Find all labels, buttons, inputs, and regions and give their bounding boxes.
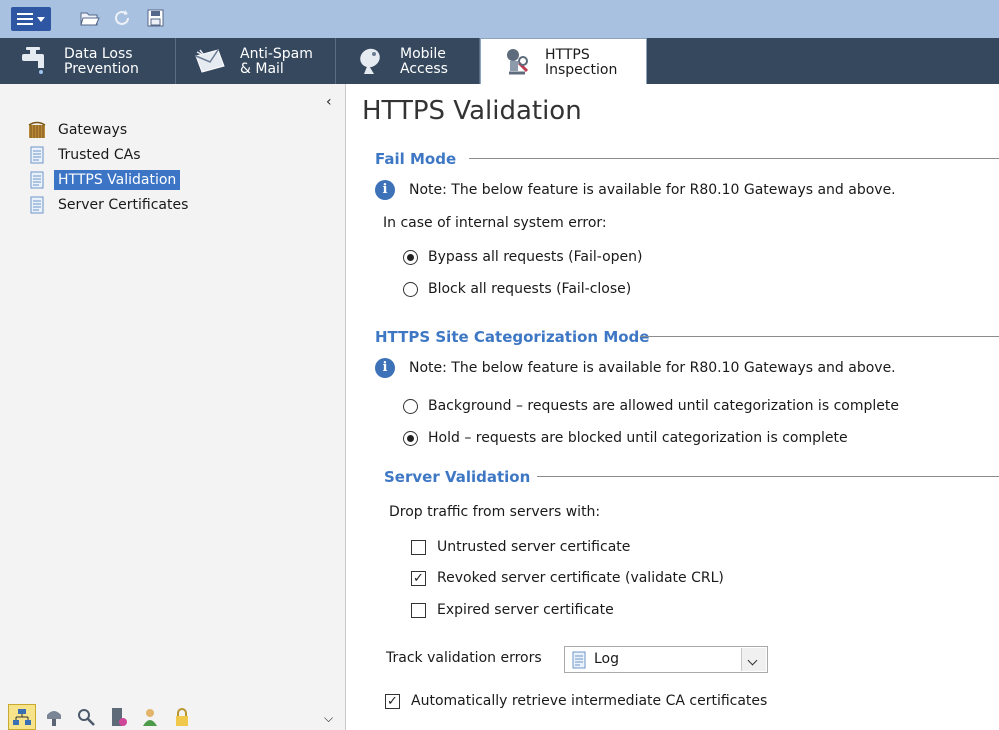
server-icon <box>112 708 127 726</box>
checkbox[interactable] <box>411 602 426 618</box>
chevron-down-icon <box>37 17 45 22</box>
network-objects-button[interactable] <box>8 704 36 730</box>
search-icon <box>78 709 95 726</box>
tab-label: Data Loss Prevention <box>64 46 139 77</box>
gateway-icon <box>28 121 46 138</box>
menu-icon <box>17 13 33 25</box>
navigation-panel: ‹ Gateways Trusted CAs HTTPS Validation <box>0 84 346 730</box>
track-validation-select[interactable]: Log <box>564 646 768 673</box>
tree-item-server-certificates[interactable]: Server Certificates <box>28 192 192 217</box>
radio-label: Hold – requests are blocked until catego… <box>428 430 848 446</box>
select-value: Log <box>594 651 620 667</box>
tree-item-https-validation[interactable]: HTTPS Validation <box>28 167 192 192</box>
radio-background[interactable]: Background – requests are allowed until … <box>403 398 899 414</box>
collapse-panel-icon[interactable]: ‹ <box>326 94 332 110</box>
checkbox-label: Automatically retrieve intermediate CA c… <box>411 693 768 709</box>
radio-button[interactable] <box>403 281 418 297</box>
servers-button[interactable] <box>104 704 132 730</box>
radio-label: Bypass all requests (Fail-open) <box>428 249 643 265</box>
section-divider <box>469 158 999 159</box>
chevron-down-icon[interactable] <box>741 648 766 671</box>
object-tools <box>8 704 200 730</box>
tab-https-inspection[interactable]: HTTPS Inspection <box>480 38 647 84</box>
tab-data-loss-prevention[interactable]: Data Loss Prevention <box>0 38 176 84</box>
check-untrusted-certificate[interactable]: Untrusted server certificate <box>411 539 630 555</box>
fail-mode-prompt: In case of internal system error: <box>383 215 607 231</box>
radio-button[interactable] <box>403 398 418 414</box>
checkbox[interactable]: ✓ <box>385 693 400 709</box>
title-toolbar <box>0 0 999 38</box>
checkbox[interactable]: ✓ <box>411 570 426 586</box>
note-text: Note: The below feature is available for… <box>409 360 896 376</box>
user-icon <box>143 709 157 726</box>
network-icon <box>13 709 31 725</box>
server-validation-heading: Server Validation <box>384 468 531 486</box>
tab-mobile-access[interactable]: Mobile Access <box>336 38 480 84</box>
categorization-note: i Note: The below feature is available f… <box>375 358 896 378</box>
refresh-icon[interactable] <box>113 9 133 27</box>
section-divider <box>537 476 999 477</box>
fail-mode-note: i Note: The below feature is available f… <box>375 180 896 200</box>
checkbox-label: Expired server certificate <box>437 602 614 618</box>
users-button[interactable] <box>136 704 164 730</box>
tree-item-label: Gateways <box>58 121 128 138</box>
tab-label: Anti-Spam & Mail <box>240 46 313 77</box>
section-divider <box>640 336 999 337</box>
categorization-heading: HTTPS Site Categorization Mode <box>375 328 650 346</box>
tree-item-label: HTTPS Validation <box>54 169 181 190</box>
blade-tabs: Data Loss Prevention Anti-Spam & Mail Mo… <box>0 38 999 84</box>
navigation-tree: Gateways Trusted CAs HTTPS Validation Se… <box>28 117 192 217</box>
log-icon <box>572 651 586 669</box>
fail-mode-heading: Fail Mode <box>375 150 457 168</box>
tree-item-label: Trusted CAs <box>58 146 141 163</box>
tree-item-label: Server Certificates <box>58 196 189 213</box>
folder-open-icon[interactable] <box>80 9 100 27</box>
check-auto-retrieve-ca[interactable]: ✓ Automatically retrieve intermediate CA… <box>385 693 767 709</box>
checkbox-label: Untrusted server certificate <box>437 539 631 555</box>
tab-anti-spam-mail[interactable]: Anti-Spam & Mail <box>176 38 336 84</box>
check-expired-certificate[interactable]: Expired server certificate <box>411 602 614 618</box>
note-text: Note: The below feature is available for… <box>409 182 896 198</box>
check-revoked-certificate[interactable]: ✓ Revoked server certificate (validate C… <box>411 570 724 586</box>
main-content: HTTPS Validation Fail Mode i Note: The b… <box>346 84 999 730</box>
tab-label: HTTPS Inspection <box>545 47 618 78</box>
radio-fail-close[interactable]: Block all requests (Fail-close) <box>403 281 631 297</box>
tree-item-trusted-cas[interactable]: Trusted CAs <box>28 142 192 167</box>
tree-item-gateways[interactable]: Gateways <box>28 117 192 142</box>
checkbox[interactable] <box>411 539 426 555</box>
radio-label: Background – requests are allowed until … <box>428 398 899 414</box>
checkbox-label: Revoked server certificate (validate CRL… <box>437 570 724 586</box>
services-button[interactable] <box>40 704 68 730</box>
page-icon <box>30 146 44 163</box>
info-icon: i <box>375 180 395 200</box>
server-validation-prompt: Drop traffic from servers with: <box>389 504 601 520</box>
faucet-icon <box>22 47 44 74</box>
radio-fail-open[interactable]: Bypass all requests (Fail-open) <box>403 249 642 265</box>
tab-label: Mobile Access <box>400 46 448 77</box>
page-icon <box>30 171 44 188</box>
vpn-button[interactable] <box>168 704 196 730</box>
chevron-down-icon[interactable]: ⌵ <box>324 711 333 726</box>
radio-label: Block all requests (Fail-close) <box>428 281 632 297</box>
inspector-icon <box>507 49 529 75</box>
search-objects-button[interactable] <box>72 704 100 730</box>
mail-icon <box>195 49 225 73</box>
page-icon <box>30 196 44 213</box>
services-icon <box>47 711 61 726</box>
radio-hold[interactable]: Hold – requests are blocked until catego… <box>403 430 848 446</box>
page-title: HTTPS Validation <box>362 96 582 126</box>
radio-button[interactable] <box>403 249 418 265</box>
info-icon: i <box>375 358 395 378</box>
radio-button[interactable] <box>403 430 418 446</box>
save-icon[interactable] <box>146 9 166 27</box>
satellite-dish-icon <box>360 48 380 74</box>
main-menu-button[interactable] <box>11 7 51 31</box>
track-validation-label: Track validation errors <box>386 650 542 666</box>
lock-icon <box>176 708 188 726</box>
